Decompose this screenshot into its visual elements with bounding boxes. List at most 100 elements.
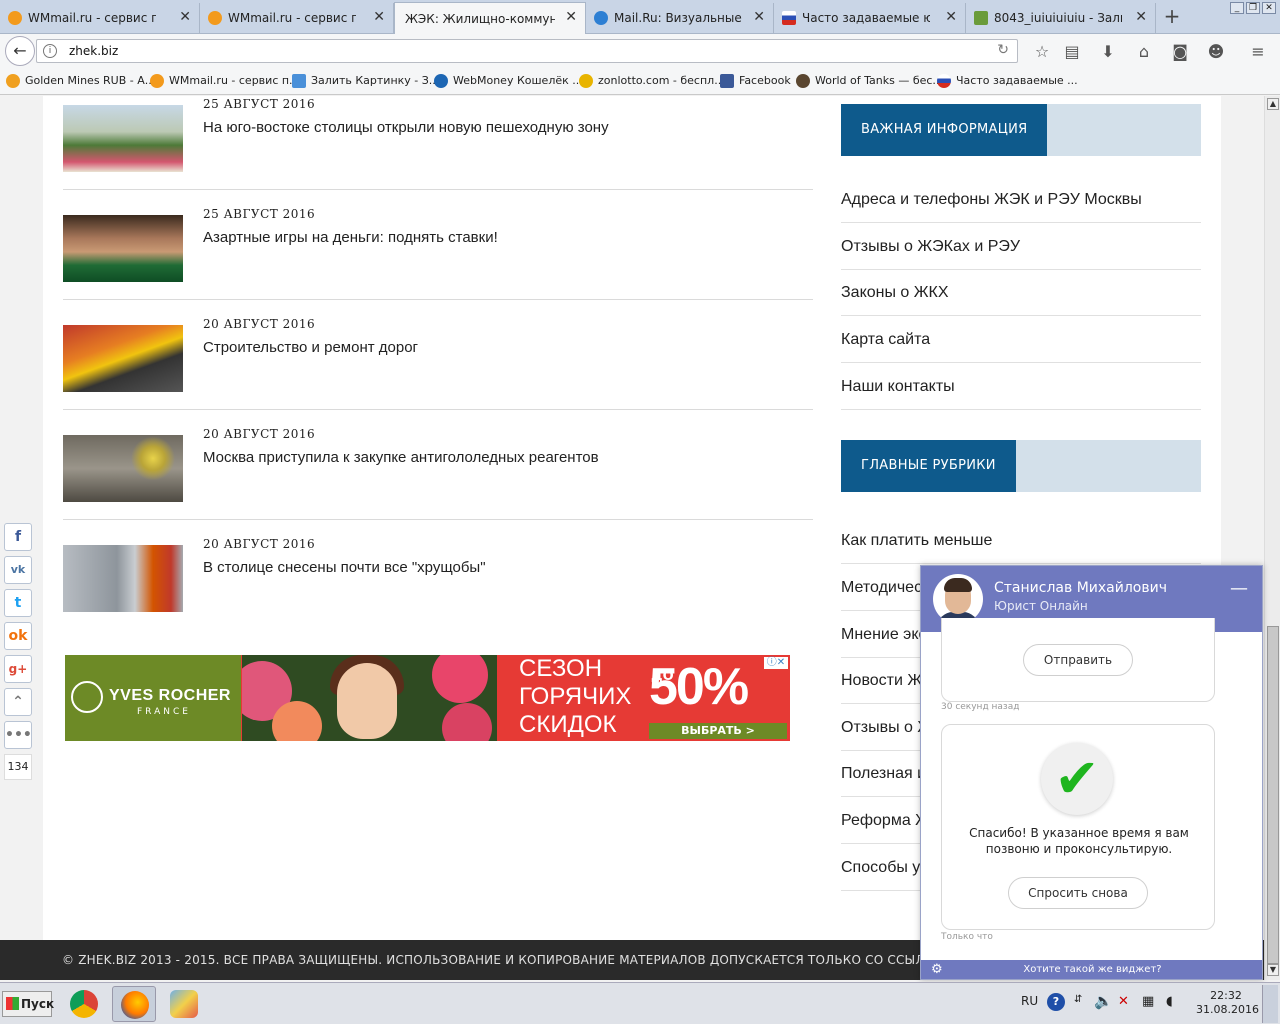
- chat-widget[interactable]: Станислав Михайлович Юрист Онлайн — Отпр…: [920, 565, 1263, 980]
- start-button[interactable]: Пуск: [2, 991, 54, 1017]
- home-icon[interactable]: ⌂: [1134, 42, 1154, 62]
- news-item[interactable]: 25 АВГУСТ 2016 На юго-востоке столицы от…: [63, 96, 813, 203]
- bookmark-facebook[interactable]: Facebook: [720, 74, 791, 88]
- system-clock[interactable]: 22:32 31.08.2016: [1196, 989, 1259, 1017]
- facebook-icon[interactable]: f: [4, 523, 32, 551]
- news-title[interactable]: Строительство и ремонт дорог: [203, 339, 418, 356]
- ad-banner[interactable]: YVES ROCHER FRANCE СЕЗОН ГОРЯЧИХ СКИДОК …: [65, 655, 790, 741]
- tab-mailru[interactable]: Mail.Ru: Визуальные за... ✕: [586, 3, 774, 33]
- close-icon[interactable]: ✕: [945, 9, 957, 25]
- news-thumbnail[interactable]: [63, 545, 183, 612]
- volume-icon[interactable]: 🔈: [1094, 992, 1113, 1010]
- tray-expand-icon[interactable]: ⇵: [1074, 994, 1082, 1005]
- minimize-window-button[interactable]: _: [1230, 2, 1244, 14]
- minimize-chat-button[interactable]: —: [1230, 578, 1248, 599]
- bookmark-star-icon[interactable]: ☆: [1032, 42, 1052, 62]
- back-button[interactable]: ←: [5, 36, 35, 66]
- pocket-icon[interactable]: ◙: [1170, 42, 1190, 62]
- close-icon[interactable]: ✕: [565, 9, 577, 25]
- ad-brand-name: YVES ROCHER: [109, 687, 231, 704]
- clock-time: 22:32: [1210, 989, 1242, 1002]
- chat-icon[interactable]: ☻: [1206, 42, 1226, 62]
- zonlotto-icon: [579, 74, 593, 88]
- twitter-icon[interactable]: t: [4, 589, 32, 617]
- send-button[interactable]: Отправить: [1023, 644, 1133, 676]
- tab-wmmail-2[interactable]: WMmail.ru - сервис почт... ✕: [200, 3, 394, 33]
- info-icon[interactable]: i: [43, 44, 57, 58]
- taskbar-chrome[interactable]: [62, 986, 106, 1022]
- taskbar-paint[interactable]: [162, 986, 206, 1022]
- bookmark-wmmail[interactable]: WMmail.ru - сервис п...: [150, 74, 300, 88]
- news-title[interactable]: Азартные игры на деньги: поднять ставки!: [203, 229, 498, 246]
- bookmark-label: Залить Картинку - З...: [311, 74, 440, 87]
- page-scrollbar[interactable]: ▲ ▼: [1264, 96, 1280, 980]
- sidebar-link[interactable]: Карта сайта: [841, 317, 1201, 363]
- sidebar-link[interactable]: Наши контакты: [841, 364, 1201, 410]
- sidebar-link[interactable]: Адреса и телефоны ЖЭК и РЭУ Москвы: [841, 177, 1201, 223]
- bookmark-webmoney[interactable]: WebMoney Кошелёк ...: [434, 74, 583, 88]
- scroll-thumb[interactable]: [1267, 626, 1279, 964]
- ask-again-button[interactable]: Спросить снова: [1008, 877, 1148, 909]
- close-icon[interactable]: ✕: [753, 9, 765, 25]
- close-icon[interactable]: ✕: [179, 9, 191, 25]
- widget-promo-link[interactable]: Хотите такой же виджет?: [1023, 964, 1161, 975]
- new-tab-button[interactable]: +: [1160, 4, 1184, 30]
- ad-close-icon[interactable]: ⓘ✕: [764, 657, 788, 669]
- bookmark-golden-mines[interactable]: Golden Mines RUB - А...: [6, 74, 155, 88]
- scroll-top-icon[interactable]: ⌃: [4, 688, 32, 716]
- news-title[interactable]: Москва приступила к закупке антигололедн…: [203, 449, 599, 466]
- bookmark-upload-image[interactable]: Залить Картинку - З...: [292, 74, 440, 88]
- language-indicator[interactable]: RU: [1021, 994, 1038, 1008]
- news-item[interactable]: 25 АВГУСТ 2016 Азартные игры на деньги: …: [63, 203, 813, 313]
- news-title[interactable]: На юго-востоке столицы открыли новую пеш…: [203, 119, 609, 136]
- important-info-title: ВАЖНАЯ ИНФОРМАЦИЯ: [841, 104, 1048, 156]
- network-icon[interactable]: ▦: [1142, 994, 1154, 1009]
- close-icon[interactable]: ✕: [1135, 9, 1147, 25]
- news-item[interactable]: 20 АВГУСТ 2016 Строительство и ремонт до…: [63, 313, 813, 423]
- googleplus-icon[interactable]: g+: [4, 655, 32, 683]
- restore-window-button[interactable]: ❐: [1246, 2, 1260, 14]
- tab-faq[interactable]: Часто задаваемые юри... ✕: [774, 3, 966, 33]
- bookmark-zonlotto[interactable]: zonlotto.com - беспл...: [579, 74, 725, 88]
- chat-footer[interactable]: ⚙ Хотите такой же виджет?: [921, 960, 1262, 979]
- network-error-icon[interactable]: ✕: [1118, 994, 1129, 1009]
- downloads-icon[interactable]: ⬇: [1098, 42, 1118, 62]
- news-date: 25 АВГУСТ 2016: [203, 207, 316, 221]
- tab-zhek[interactable]: ЖЭК: Жилищно-коммунальн... ✕: [394, 2, 586, 34]
- menu-icon[interactable]: ≡: [1248, 42, 1268, 62]
- news-thumbnail[interactable]: [63, 215, 183, 282]
- gear-icon[interactable]: ⚙: [931, 960, 943, 979]
- bookmark-world-of-tanks[interactable]: World of Tanks — бес...: [796, 74, 943, 88]
- vk-icon[interactable]: vk: [4, 556, 32, 584]
- bookmark-label: zonlotto.com - беспл...: [598, 74, 725, 87]
- clock-date: 31.08.2016: [1196, 1003, 1259, 1016]
- more-icon[interactable]: •••: [4, 721, 32, 749]
- ad-percent: 50%: [649, 658, 749, 716]
- news-thumbnail[interactable]: [63, 325, 183, 392]
- close-window-button[interactable]: ✕: [1262, 2, 1276, 14]
- odnoklassniki-icon[interactable]: ok: [4, 622, 32, 650]
- url-bar[interactable]: i zhek.biz ↻: [36, 39, 1018, 63]
- news-thumbnail[interactable]: [63, 435, 183, 502]
- ad-cta-button[interactable]: ВЫБРАТЬ >: [649, 723, 787, 739]
- show-desktop-button[interactable]: [1262, 985, 1278, 1023]
- bookmark-faq[interactable]: Часто задаваемые ...: [937, 74, 1078, 88]
- sidebar-link[interactable]: Отзывы о ЖЭКах и РЭУ: [841, 224, 1201, 270]
- reading-list-icon[interactable]: ▤: [1062, 42, 1082, 62]
- help-icon[interactable]: ?: [1047, 993, 1065, 1011]
- scroll-down-arrow-icon[interactable]: ▼: [1267, 964, 1279, 976]
- speaker-icon[interactable]: ◖: [1166, 994, 1173, 1009]
- news-item[interactable]: 20 АВГУСТ 2016 В столице снесены почти в…: [63, 533, 813, 643]
- taskbar-firefox[interactable]: [112, 986, 156, 1022]
- tab-upload[interactable]: 8043_iuiuiuiuiu - Заливк... ✕: [966, 3, 1156, 33]
- news-thumbnail[interactable]: [63, 105, 183, 172]
- news-title[interactable]: В столице снесены почти все "хрущобы": [203, 559, 486, 576]
- sidebar-link[interactable]: Как платить меньше: [841, 518, 1201, 564]
- tab-wmmail-1[interactable]: WMmail.ru - сервис почт... ✕: [0, 3, 200, 33]
- reload-icon[interactable]: ↻: [997, 42, 1009, 58]
- news-item[interactable]: 20 АВГУСТ 2016 Москва приступила к закуп…: [63, 423, 813, 533]
- close-icon[interactable]: ✕: [373, 9, 385, 25]
- sidebar-link[interactable]: Законы о ЖКХ: [841, 270, 1201, 316]
- scroll-up-arrow-icon[interactable]: ▲: [1267, 98, 1279, 110]
- ad-line: ГОРЯЧИХ: [519, 683, 632, 710]
